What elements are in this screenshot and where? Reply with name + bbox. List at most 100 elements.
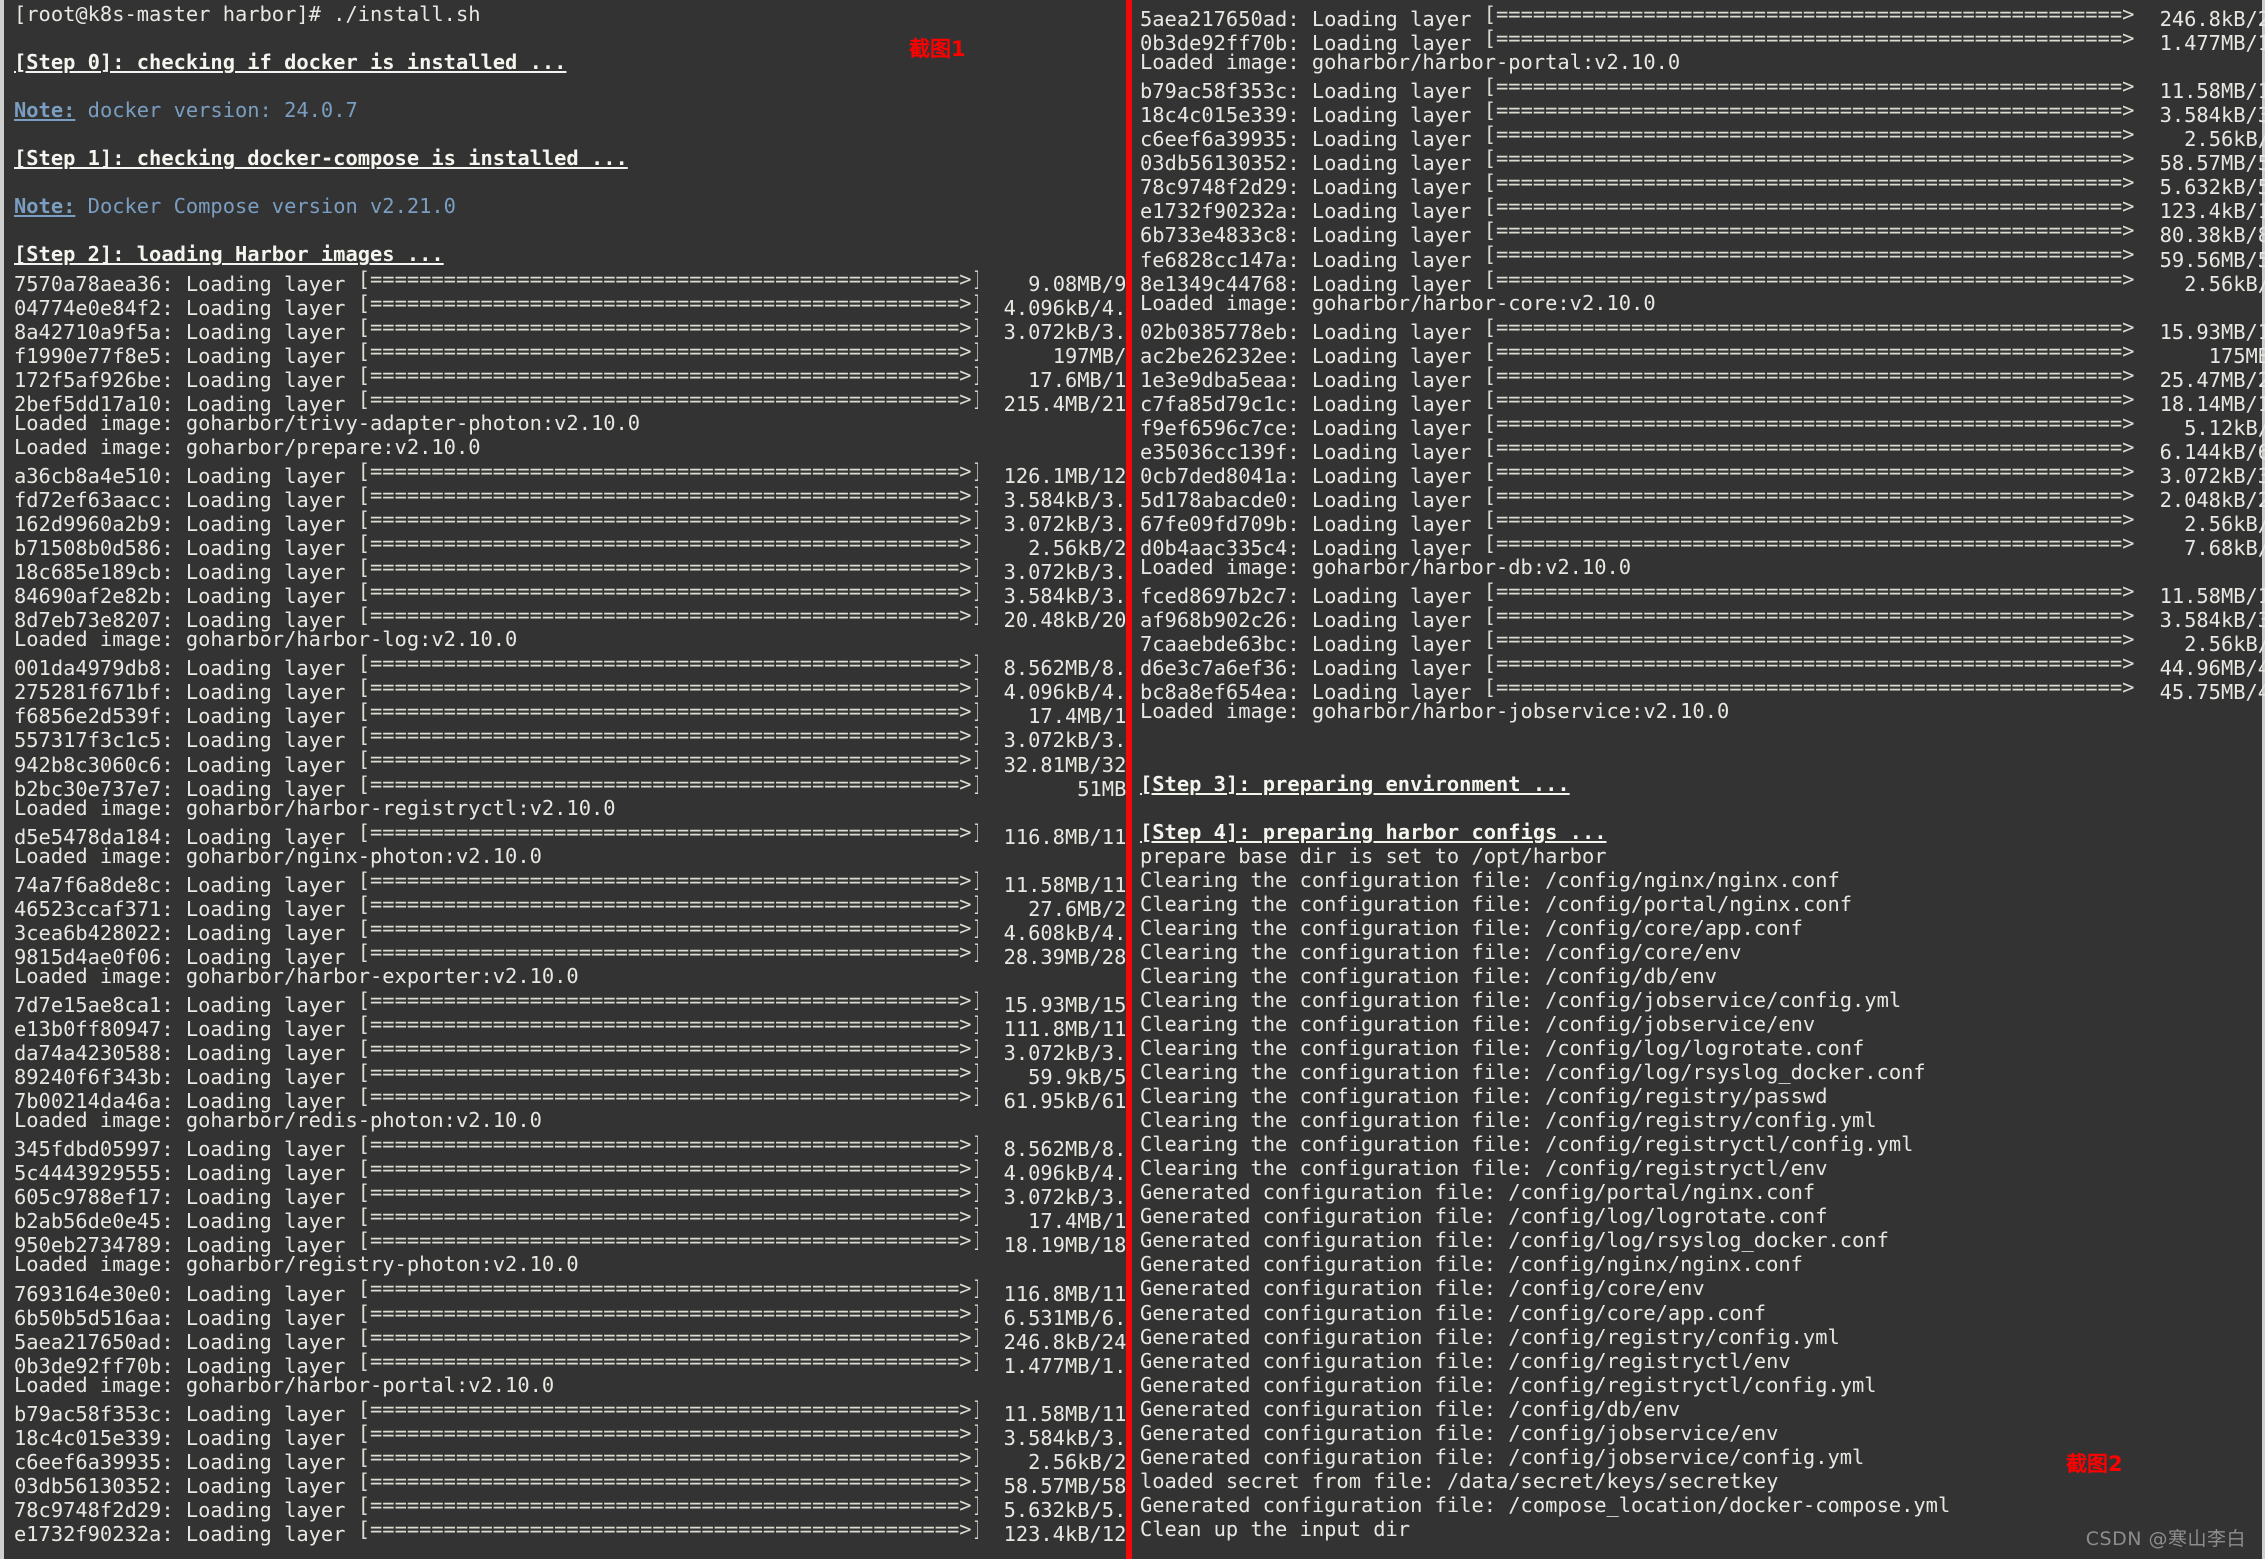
layer-progress-bar: [=======================================… [1483, 362, 2134, 387]
layer-progress-row: 0b3de92ff70b: Loading layer [===========… [1140, 26, 2265, 55]
layer-progress-row: d6e3c7a6ef36: Loading layer [===========… [1140, 651, 2265, 680]
loaded-image-line: Loaded image: goharbor/harbor-core:v2.10… [1140, 290, 1656, 315]
layer-progress-row: 7d7e15ae8ca1: Loading layer [===========… [14, 988, 1126, 1017]
log-line: Generated configuration file: /config/lo… [1140, 1228, 1889, 1253]
layer-progress-row: d5e5478da184: Loading layer [===========… [14, 820, 1126, 849]
layer-progress-bar: [=======================================… [357, 1156, 978, 1181]
loaded-image-line: Loaded image: goharbor/nginx-photon:v2.1… [14, 843, 542, 868]
layer-progress-row: 942b8c3060c6: Loading layer [===========… [14, 747, 1126, 776]
layer-progress-bar: [=======================================… [357, 1396, 978, 1421]
layer-progress-bar: [=======================================… [357, 1300, 978, 1325]
step-heading: [Step 3]: preparing environment ... [1140, 772, 2265, 796]
log-line: Generated configuration file: /config/re… [1140, 1348, 1791, 1373]
layer-progress-bar: [=======================================… [357, 675, 978, 700]
loaded-image-line: Loaded image: goharbor/harbor-portal:v2.… [14, 1372, 555, 1397]
layer-progress-bar: [=======================================… [357, 531, 978, 556]
layer-progress-row: 5c4443929555: Loading layer [===========… [14, 1156, 1126, 1185]
layer-progress-row: d0b4aac335c4: Loading layer [===========… [1140, 531, 2265, 560]
layer-progress-row: 03db56130352: Loading layer [===========… [14, 1468, 1126, 1498]
layer-progress-bar: [=======================================… [1483, 651, 2134, 676]
layer-progress-bar: [=======================================… [357, 651, 978, 676]
log-line: Generated configuration file: /config/re… [1140, 1324, 1840, 1349]
step-heading-text: [Step 4]: preparing harbor configs ... [1140, 819, 1607, 844]
watermark: CSDN @寒山李白 [2085, 1528, 2246, 1550]
loaded-image-line: Loaded image: goharbor/harbor-portal:v2.… [1140, 50, 1681, 75]
layer-progress-bar: [=======================================… [357, 939, 978, 964]
terminal-pane-left[interactable]: [root@k8s-master harbor]# ./install.sh [… [8, 0, 1126, 1559]
note-line: Note: docker version: 24.0.7 [14, 98, 1126, 122]
layer-progress-row: 7693164e30e0: Loading layer [===========… [14, 1276, 1126, 1305]
layer-progress-bar: [=======================================… [357, 699, 978, 724]
layer-size: 61.95kB/61.95kB [1003, 1089, 1126, 1114]
layer-progress-bar: [=======================================… [1483, 603, 2134, 628]
layer-progress-bar: [=======================================… [1483, 242, 2134, 267]
log-line: Clearing the configuration file: /config… [1140, 1156, 1828, 1181]
log-line: Clearing the configuration file: /config… [1140, 1011, 1816, 1036]
layer-progress-row: 8d7eb73e8207: Loading layer [===========… [14, 603, 1126, 632]
layer-progress-bar: [=======================================… [357, 1468, 978, 1493]
layer-progress-bar: [=======================================… [1483, 266, 2134, 291]
layer-progress-bar: [=======================================… [357, 290, 978, 315]
layer-progress-bar: [=======================================… [1483, 506, 2134, 531]
log-line: Generated configuration file: /compose_l… [1140, 1492, 1951, 1517]
layer-progress-bar: [=======================================… [1483, 74, 2134, 99]
layer-progress-bar: [=======================================… [1483, 627, 2134, 652]
layer-progress-row: 18c685e189cb: Loading layer [===========… [14, 555, 1126, 584]
layer-progress-bar: [=======================================… [357, 314, 978, 339]
layer-progress-row: 8e1349c44768: Loading layer [===========… [1140, 266, 2265, 296]
log-line: Generated configuration file: /config/po… [1140, 1180, 1816, 1205]
layer-progress-bar: [=======================================… [357, 1132, 978, 1157]
loaded-image-line: Loaded image: goharbor/harbor-db:v2.10.0 [1140, 555, 1632, 580]
layer-progress-bar: [=======================================… [357, 386, 978, 411]
log-line: Clearing the configuration file: /config… [1140, 939, 1742, 964]
layer-progress-row: 172f5af926be: Loading layer [===========… [14, 363, 1126, 392]
layer-progress-bar: [=======================================… [357, 1444, 978, 1469]
layer-progress-bar: [=======================================… [357, 603, 978, 628]
note-label: Note: [14, 98, 76, 123]
layer-progress-bar: [=======================================… [357, 1228, 978, 1253]
layer-size: 1.477MB/1.477MB [2159, 31, 2265, 56]
layer-progress-row: e1732f90232a: Loading layer [===========… [14, 1517, 1126, 1546]
note-value: docker version: 24.0.7 [75, 98, 358, 123]
layer-progress-bar: [=======================================… [1483, 579, 2134, 604]
layer-progress-row: 84690af2e82b: Loading layer [===========… [14, 579, 1126, 608]
layer-progress-row: 557317f3c1c5: Loading layer [===========… [14, 723, 1126, 752]
layer-progress-bar: [=======================================… [1483, 2, 2134, 26]
log-line: Clearing the configuration file: /config… [1140, 1084, 1828, 1109]
layer-progress-row: 03db56130352: Loading layer [===========… [1140, 146, 2265, 175]
layer-progress-bar: [=======================================… [357, 723, 978, 748]
layer-progress-row: fd72ef63aacc: Loading layer [===========… [14, 483, 1126, 512]
terminal-pane-right[interactable]: 5aea217650ad: Loading layer [===========… [1132, 0, 2265, 1559]
layer-progress-bar: [=======================================… [357, 915, 978, 940]
layer-progress-row: ac2be26232ee: Loading layer [===========… [1140, 339, 2265, 368]
layer-progress-row: e1732f90232a: Loading layer [===========… [1140, 194, 2265, 223]
layer-progress-bar: [=======================================… [357, 1180, 978, 1205]
log-line: Clearing the configuration file: /config… [1140, 1060, 1926, 1085]
layer-progress-bar: [=======================================… [1483, 26, 2134, 51]
step-heading-text: [Step 3]: preparing environment ... [1140, 771, 1570, 796]
layer-progress-bar: [=======================================… [1483, 531, 2134, 556]
layer-progress-row: 5aea217650ad: Loading layer [===========… [1140, 2, 2265, 31]
step-heading: [Step 4]: preparing harbor configs ... [1140, 820, 2265, 844]
loaded-image-line: Loaded image: goharbor/harbor-exporter:v… [14, 963, 579, 988]
log-line: prepare base dir is set to /opt/harbor [1140, 843, 1607, 868]
layer-size: 215.4MB/215.4MB [1003, 391, 1126, 416]
log-line: Generated configuration file: /config/re… [1140, 1372, 1877, 1397]
layer-progress-bar: [=======================================… [357, 1011, 978, 1036]
loaded-image-line: Loaded image: goharbor/redis-photon:v2.1… [14, 1108, 542, 1133]
log-line: Clearing the configuration file: /config… [1140, 867, 1840, 892]
loaded-image-line: Loaded image: goharbor/registry-photon:v… [14, 1252, 579, 1277]
layer-progress-row: 275281f671bf: Loading layer [===========… [14, 675, 1126, 704]
layer-progress-row: 7b00214da46a: Loading layer [===========… [14, 1084, 1126, 1113]
layer-progress-row: 6b733e4833c8: Loading layer [===========… [1140, 218, 2265, 247]
log-line: Generated configuration file: /config/co… [1140, 1300, 1767, 1325]
layer-progress-bar: [=======================================… [357, 1036, 978, 1061]
layer-progress-bar: [=======================================… [357, 771, 978, 796]
layer-progress-row: 78c9748f2d29: Loading layer [===========… [1140, 170, 2265, 199]
layer-progress-row: e13b0ff80947: Loading layer [===========… [14, 1011, 1126, 1041]
log-line: Clearing the configuration file: /config… [1140, 987, 1902, 1012]
layer-progress-bar: [=======================================… [1483, 482, 2134, 507]
layer-progress-row: bc8a8ef654ea: Loading layer [===========… [1140, 675, 2265, 704]
